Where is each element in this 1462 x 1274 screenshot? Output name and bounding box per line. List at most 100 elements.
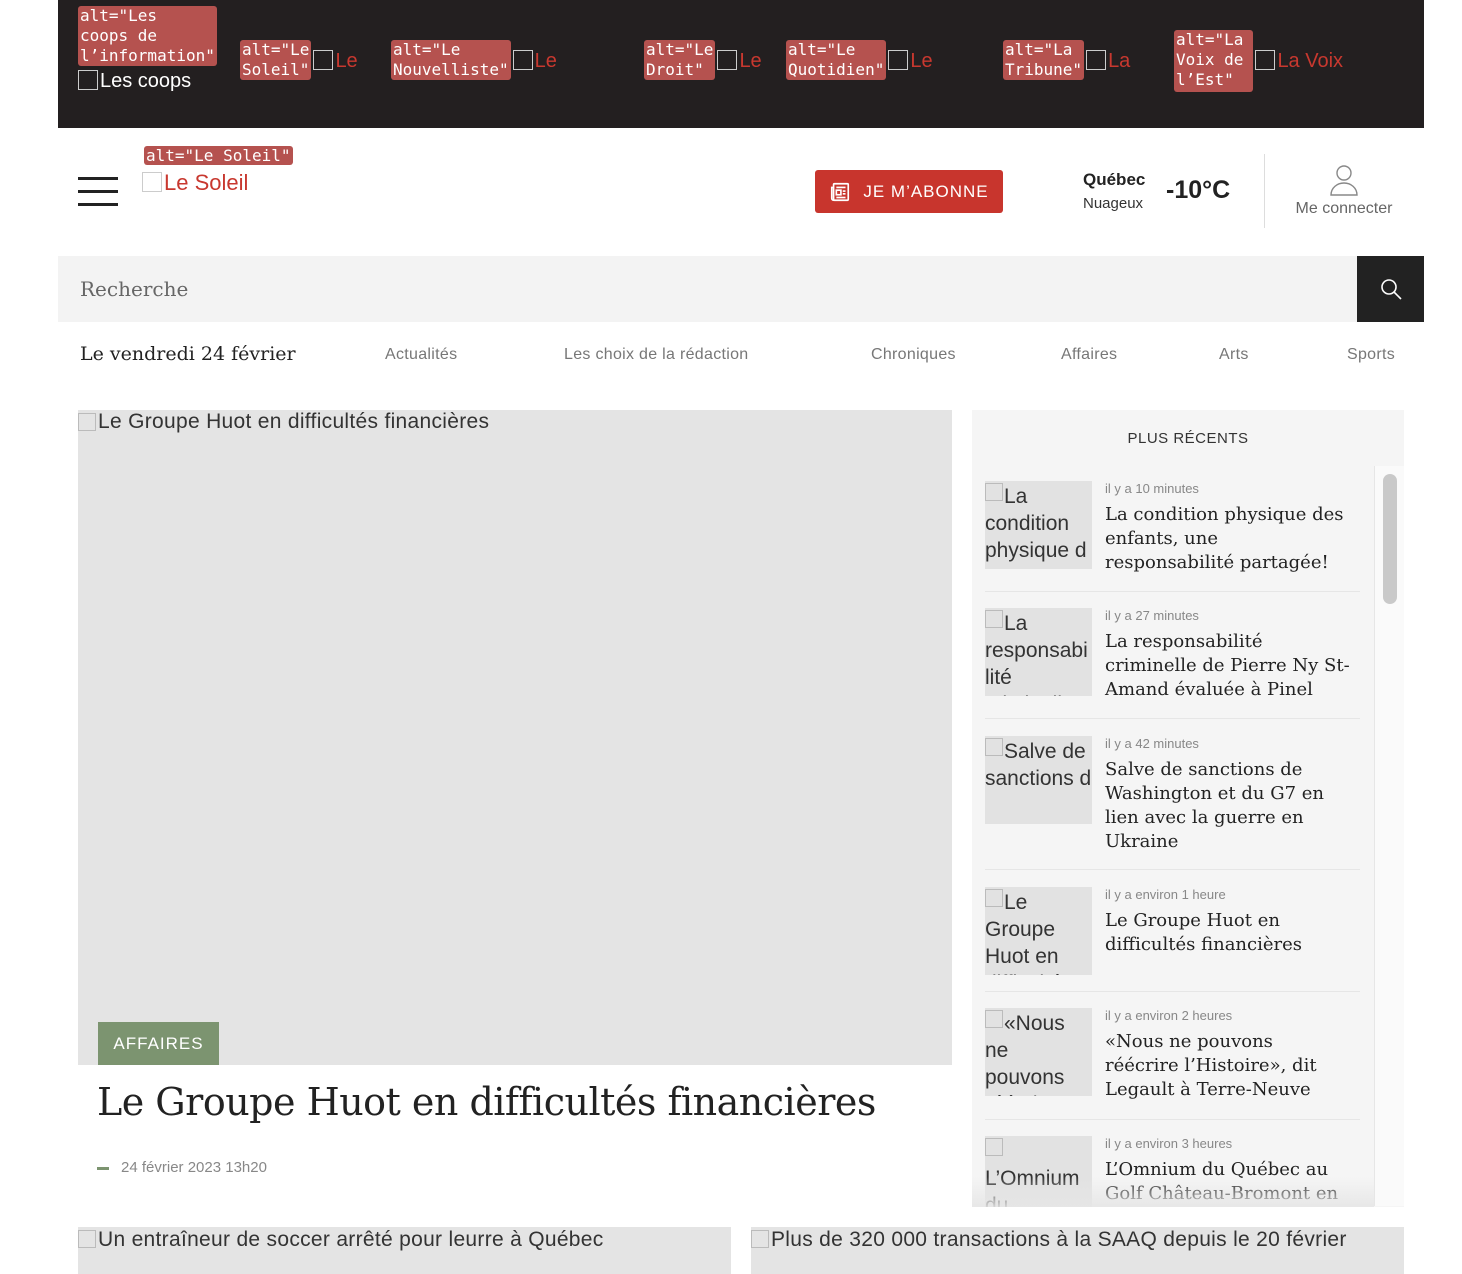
coops-network-bar: alt="Les coops de l’information" Les coo… bbox=[58, 0, 1424, 128]
broken-image-icon bbox=[985, 1010, 1003, 1028]
article-time: il y a 27 minutes bbox=[1105, 608, 1199, 623]
nav-item-choix-redaction[interactable]: Les choix de la rédaction bbox=[564, 346, 749, 364]
broken-image-icon bbox=[985, 889, 1003, 907]
login-label: Me connecter bbox=[1295, 200, 1393, 217]
coop-logo-alt: alt="Le Nouvelliste" bbox=[391, 40, 511, 80]
broken-image-icon bbox=[751, 1230, 769, 1248]
current-date: Le vendredi 24 février bbox=[80, 343, 296, 365]
coop-link-coops[interactable]: alt="Les coops de l’information" Les coo… bbox=[78, 6, 217, 93]
broken-image-icon bbox=[313, 50, 334, 70]
coop-name: La Voix bbox=[1277, 50, 1344, 72]
search-bar bbox=[58, 256, 1357, 322]
coop-name: Les coops bbox=[100, 70, 192, 92]
coop-link-le-quotidien[interactable]: alt="Le Quotidien" Le bbox=[786, 40, 933, 80]
coop-name: Le bbox=[739, 50, 762, 72]
coop-logo-alt: alt="Le Quotidien" bbox=[786, 40, 887, 80]
coop-link-le-nouvelliste[interactable]: alt="Le Nouvelliste" Le bbox=[391, 40, 557, 80]
recent-article-item[interactable]: «Nous ne pouvons réécrire il y a environ… bbox=[985, 1008, 1360, 1120]
article-time: il y a environ 2 heures bbox=[1105, 1008, 1233, 1023]
site-logo-text: Le Soleil bbox=[164, 170, 249, 195]
broken-image-icon bbox=[1086, 50, 1107, 70]
broken-image-icon bbox=[78, 1230, 96, 1248]
category-badge[interactable]: AFFAIRES bbox=[98, 1022, 219, 1065]
coop-link-le-soleil[interactable]: alt="Le Soleil" Le bbox=[240, 40, 358, 80]
broken-image-icon bbox=[985, 738, 1003, 756]
article-time: il y a 42 minutes bbox=[1105, 736, 1199, 751]
site-logo-alt: alt="Le Soleil" bbox=[144, 146, 293, 166]
broken-image-icon bbox=[78, 70, 98, 90]
search-input[interactable] bbox=[58, 256, 1357, 322]
coop-name: Le bbox=[335, 50, 358, 72]
coop-logo-alt: alt="Le Soleil" bbox=[240, 40, 312, 80]
user-icon bbox=[1330, 165, 1358, 196]
hero-headline[interactable]: Le Groupe Huot en difficultés financière… bbox=[97, 1080, 876, 1124]
hero-image[interactable] bbox=[78, 410, 952, 1065]
search-button[interactable] bbox=[1357, 256, 1424, 322]
article-thumbnail: Salve de sanctions d bbox=[985, 736, 1092, 824]
article-time: il y a 10 minutes bbox=[1105, 481, 1199, 496]
nav-item-chroniques[interactable]: Chroniques bbox=[871, 346, 956, 364]
recent-article-item[interactable]: La responsabilité criminelle de Pi il y … bbox=[985, 608, 1360, 719]
hero-image-alt-text: Le Groupe Huot en difficultés financière… bbox=[98, 410, 490, 433]
broken-image-icon bbox=[1255, 50, 1276, 70]
broken-image-icon bbox=[78, 413, 96, 431]
article-time: il y a environ 1 heure bbox=[1105, 887, 1226, 902]
sidebar-scroll-thumb[interactable] bbox=[1383, 474, 1397, 604]
hero-image-alt: Le Groupe Huot en difficultés financière… bbox=[78, 410, 489, 434]
recent-articles-title: PLUS RÉCENTS bbox=[1127, 430, 1249, 447]
article-thumbnail: La responsabilité criminelle de Pi bbox=[985, 608, 1092, 696]
broken-image-icon bbox=[985, 1138, 1003, 1156]
article-thumbnail: Le Groupe Huot en difficultés bbox=[985, 887, 1092, 975]
header-divider bbox=[1264, 154, 1265, 228]
broken-image-icon bbox=[717, 50, 738, 70]
article-headline[interactable]: «Nous ne pouvons réécrire l’Histoire», d… bbox=[1105, 1030, 1350, 1102]
article-headline[interactable]: Salve de sanctions de Washington et du G… bbox=[1105, 758, 1350, 854]
nav-item-actualites[interactable]: Actualités bbox=[385, 346, 457, 364]
recent-article-item[interactable]: Le Groupe Huot en difficultés il y a env… bbox=[985, 887, 1360, 992]
weather-city: Québec bbox=[1083, 170, 1146, 189]
weather-temperature: -10°C bbox=[1166, 176, 1231, 204]
article-headline[interactable]: La condition physique des enfants, une r… bbox=[1105, 503, 1350, 575]
nav-item-arts[interactable]: Arts bbox=[1219, 346, 1249, 364]
article-card[interactable]: Un entraîneur de soccer arrêté pour leur… bbox=[78, 1227, 731, 1274]
broken-image-icon bbox=[888, 50, 909, 70]
coop-logo-alt: alt="Les coops de l’information" bbox=[78, 6, 217, 66]
sidebar-fade bbox=[972, 1177, 1374, 1207]
coop-link-la-tribune[interactable]: alt="La Tribune" La bbox=[1003, 40, 1130, 80]
nav-item-affaires[interactable]: Affaires bbox=[1061, 346, 1117, 364]
date-dash bbox=[97, 1167, 109, 1170]
search-icon bbox=[1380, 279, 1402, 300]
weather-condition: Nuageux bbox=[1083, 195, 1144, 212]
logo-alt-text: alt="Le Soleil" bbox=[144, 146, 293, 165]
coop-logo-alt: alt="La Voix de l’Est" bbox=[1174, 30, 1254, 92]
article-headline[interactable]: Le Groupe Huot en difficultés financière… bbox=[1105, 909, 1350, 957]
recent-article-item[interactable]: Salve de sanctions d il y a 42 minutes S… bbox=[985, 736, 1360, 870]
broken-image-icon bbox=[985, 483, 1003, 501]
article-time: il y a environ 3 heures bbox=[1105, 1136, 1233, 1151]
coop-name: Le bbox=[534, 50, 557, 72]
coop-link-la-voix-de-lest[interactable]: alt="La Voix de l’Est" La Voix bbox=[1174, 30, 1343, 92]
broken-image-icon bbox=[512, 50, 533, 70]
article-thumbnail: «Nous ne pouvons réécrire bbox=[985, 1008, 1092, 1096]
newspaper-icon bbox=[831, 182, 850, 201]
coop-link-le-droit[interactable]: alt="Le Droit" Le bbox=[644, 40, 762, 80]
card-image-alt-text: Un entraîneur de soccer arrêté pour leur… bbox=[98, 1228, 604, 1251]
nav-item-sports[interactable]: Sports bbox=[1347, 346, 1395, 364]
login-button[interactable]: Me connecter bbox=[1280, 164, 1408, 218]
article-card[interactable]: Plus de 320 000 transactions à la SAAQ d… bbox=[751, 1227, 1404, 1274]
card-image-alt-text: Plus de 320 000 transactions à la SAAQ d… bbox=[771, 1228, 1347, 1251]
subscribe-label: JE M’ABONNE bbox=[863, 181, 989, 201]
coop-name: La bbox=[1108, 50, 1131, 72]
recent-article-item[interactable]: La condition physique d il y a 10 minute… bbox=[985, 481, 1360, 592]
broken-image-icon bbox=[142, 172, 162, 192]
hero-date: 24 février 2023 13h20 bbox=[121, 1159, 267, 1176]
coop-logo-alt: alt="Le Droit" bbox=[644, 40, 716, 80]
broken-image-icon bbox=[985, 610, 1003, 628]
site-logo[interactable]: Le Soleil bbox=[142, 170, 248, 196]
coop-name: Le bbox=[910, 50, 933, 72]
coop-logo-alt: alt="La Tribune" bbox=[1003, 40, 1085, 80]
menu-hamburger-icon[interactable] bbox=[78, 177, 118, 206]
article-thumbnail: La condition physique d bbox=[985, 481, 1092, 569]
subscribe-button[interactable]: JE M’ABONNE bbox=[815, 170, 1003, 213]
article-headline[interactable]: La responsabilité criminelle de Pierre N… bbox=[1105, 630, 1350, 702]
